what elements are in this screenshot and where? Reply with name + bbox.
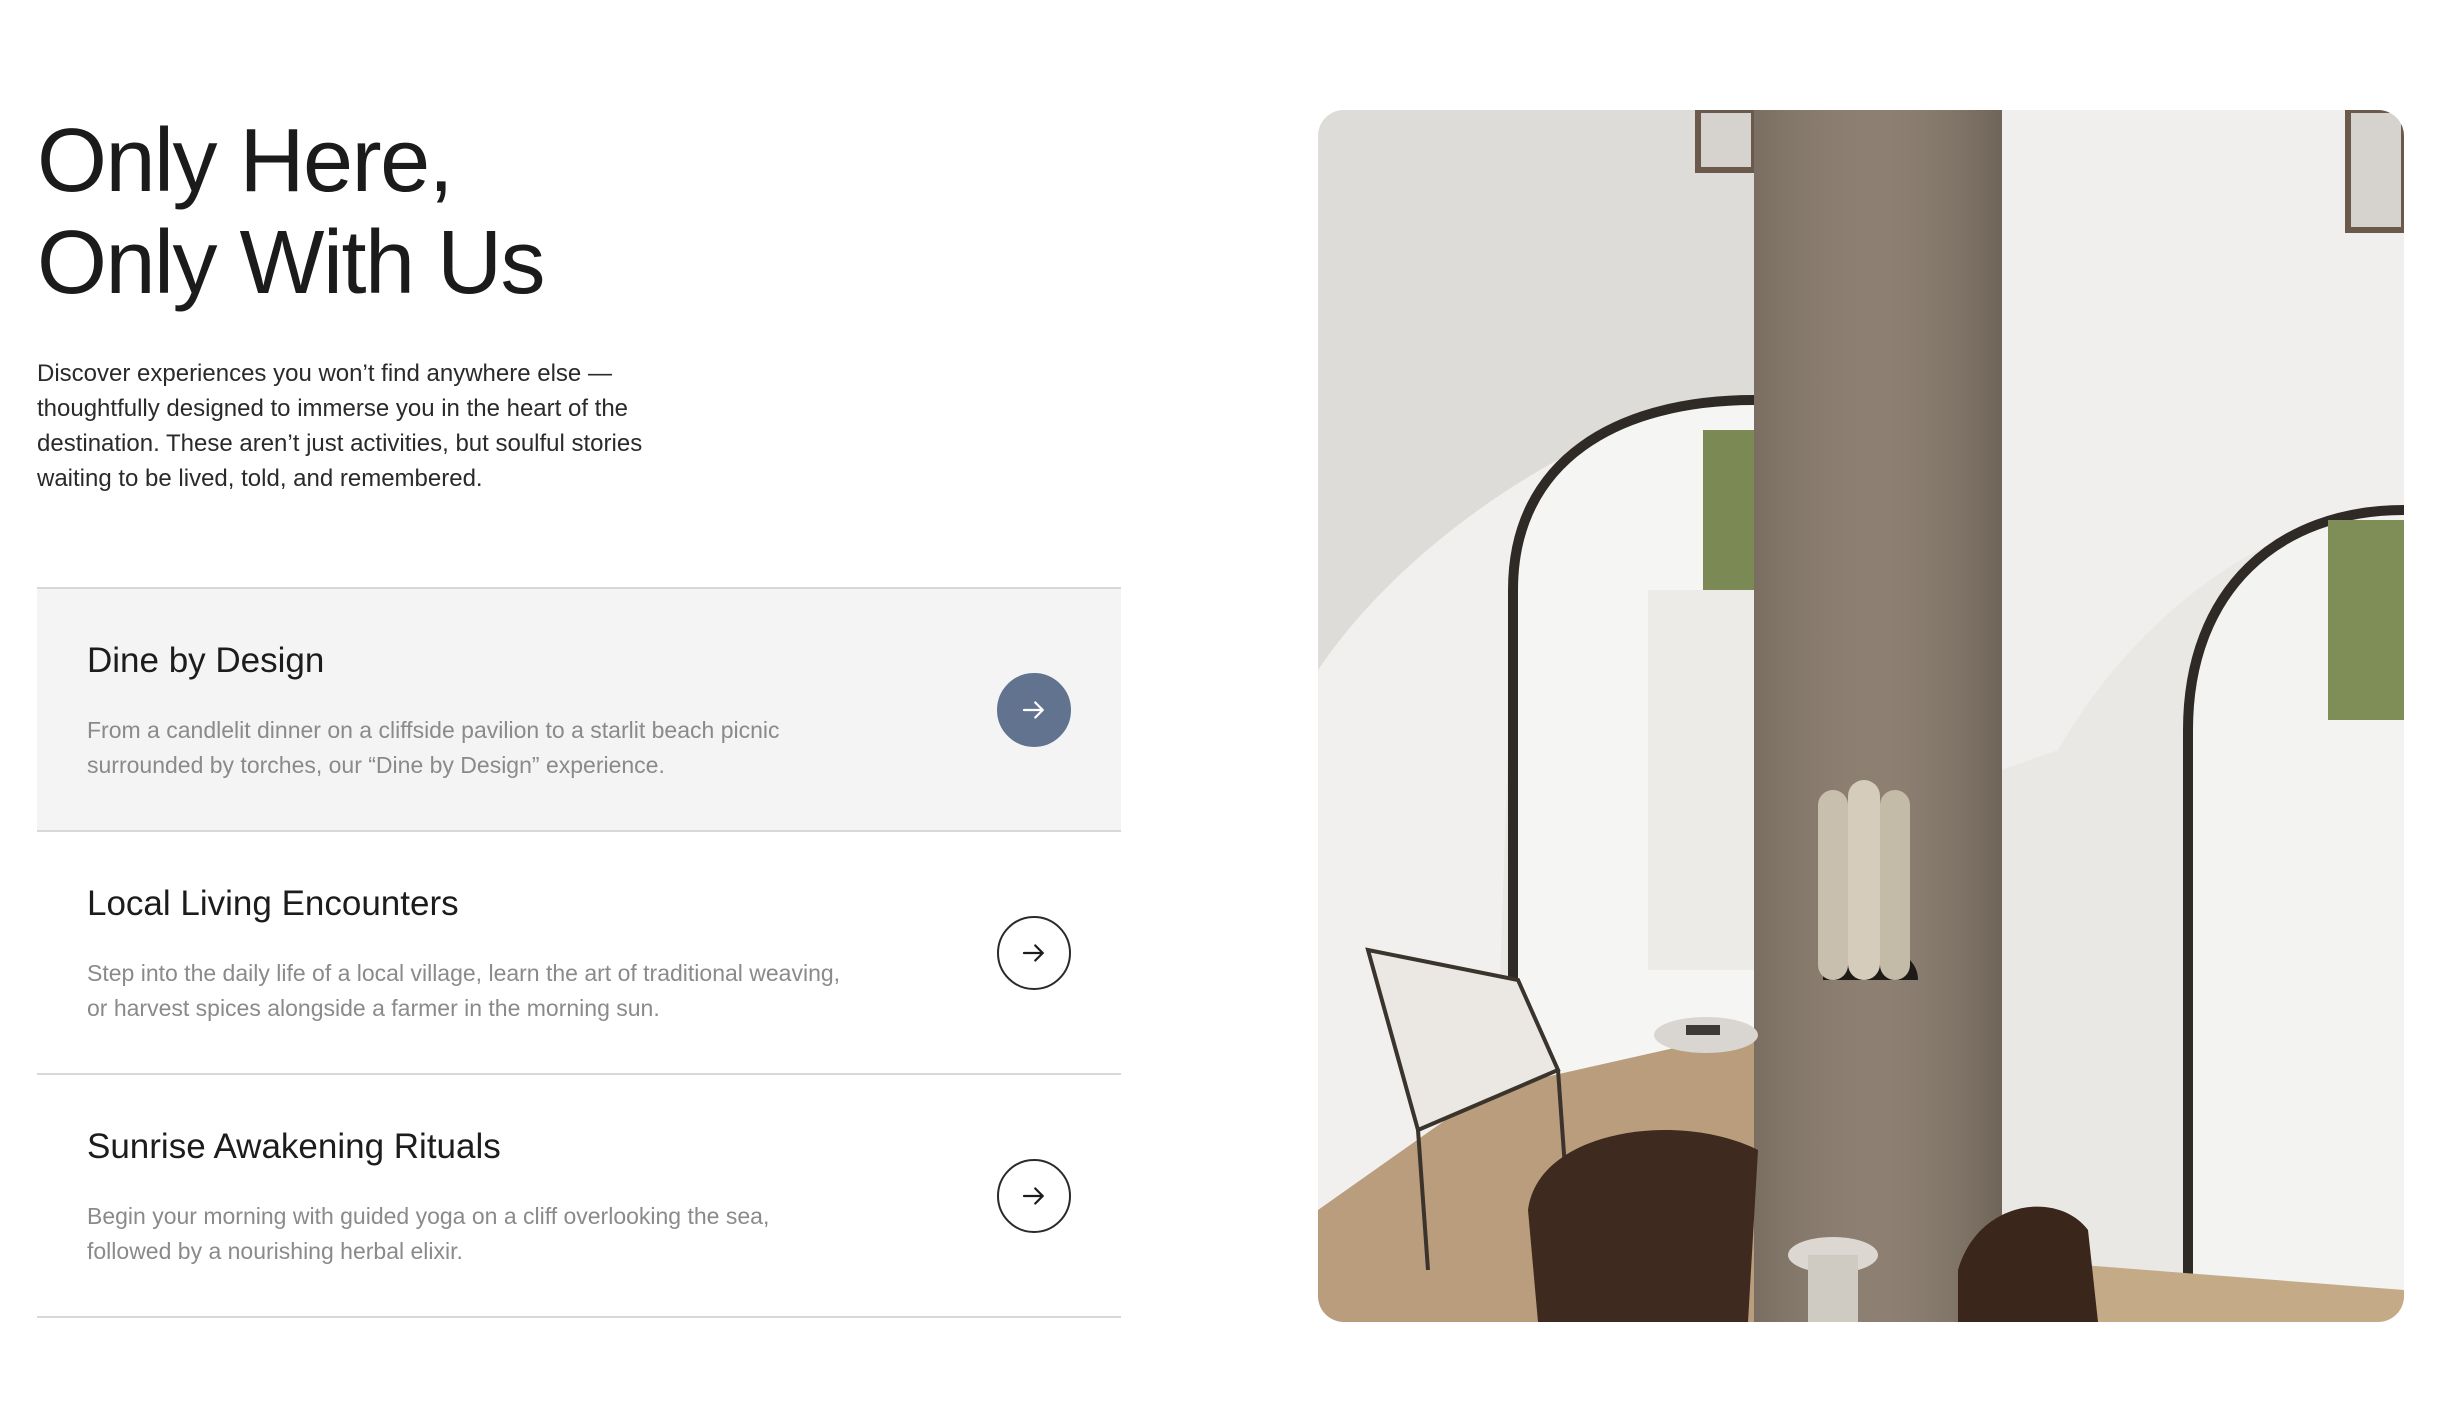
experience-arrow-button[interactable] bbox=[997, 1159, 1071, 1233]
experience-description: Step into the daily life of a local vill… bbox=[87, 960, 841, 1021]
experience-title: Local Living Encounters bbox=[87, 884, 459, 923]
section-title-line-2: Only With Us bbox=[37, 213, 546, 313]
interior-illustration bbox=[1318, 110, 2404, 1322]
section-title: Only Here, Only With Us bbox=[37, 110, 1121, 314]
arrow-right-icon bbox=[1022, 944, 1044, 962]
experience-item-sunrise-awakening-rituals[interactable]: Sunrise Awakening Rituals Begin your mor… bbox=[37, 1075, 1121, 1318]
experiences-section: Only Here, Only With Us Discover experie… bbox=[0, 0, 2440, 1406]
section-header: Only Here, Only With Us Discover experie… bbox=[37, 110, 1121, 496]
experience-title: Dine by Design bbox=[87, 641, 325, 680]
experience-item-dine-by-design[interactable]: Dine by Design From a candlelit dinner o… bbox=[37, 589, 1121, 832]
experience-item-local-living-encounters[interactable]: Local Living Encounters Step into the da… bbox=[37, 832, 1121, 1075]
interior-photo bbox=[1318, 110, 2404, 1322]
section-title-line-1: Only Here, bbox=[37, 111, 454, 211]
experience-list: Dine by Design From a candlelit dinner o… bbox=[37, 587, 1121, 1318]
arrow-right-icon bbox=[1022, 1187, 1044, 1205]
experience-description: From a candlelit dinner on a cliffside p… bbox=[87, 717, 780, 778]
experience-title: Sunrise Awakening Rituals bbox=[87, 1127, 501, 1166]
experience-arrow-button[interactable] bbox=[997, 673, 1071, 747]
arrow-right-icon bbox=[1022, 701, 1044, 719]
experience-description: Begin your morning with guided yoga on a… bbox=[87, 1203, 770, 1264]
section-intro: Discover experiences you won’t find anyw… bbox=[37, 360, 643, 492]
experience-arrow-button[interactable] bbox=[997, 916, 1071, 990]
